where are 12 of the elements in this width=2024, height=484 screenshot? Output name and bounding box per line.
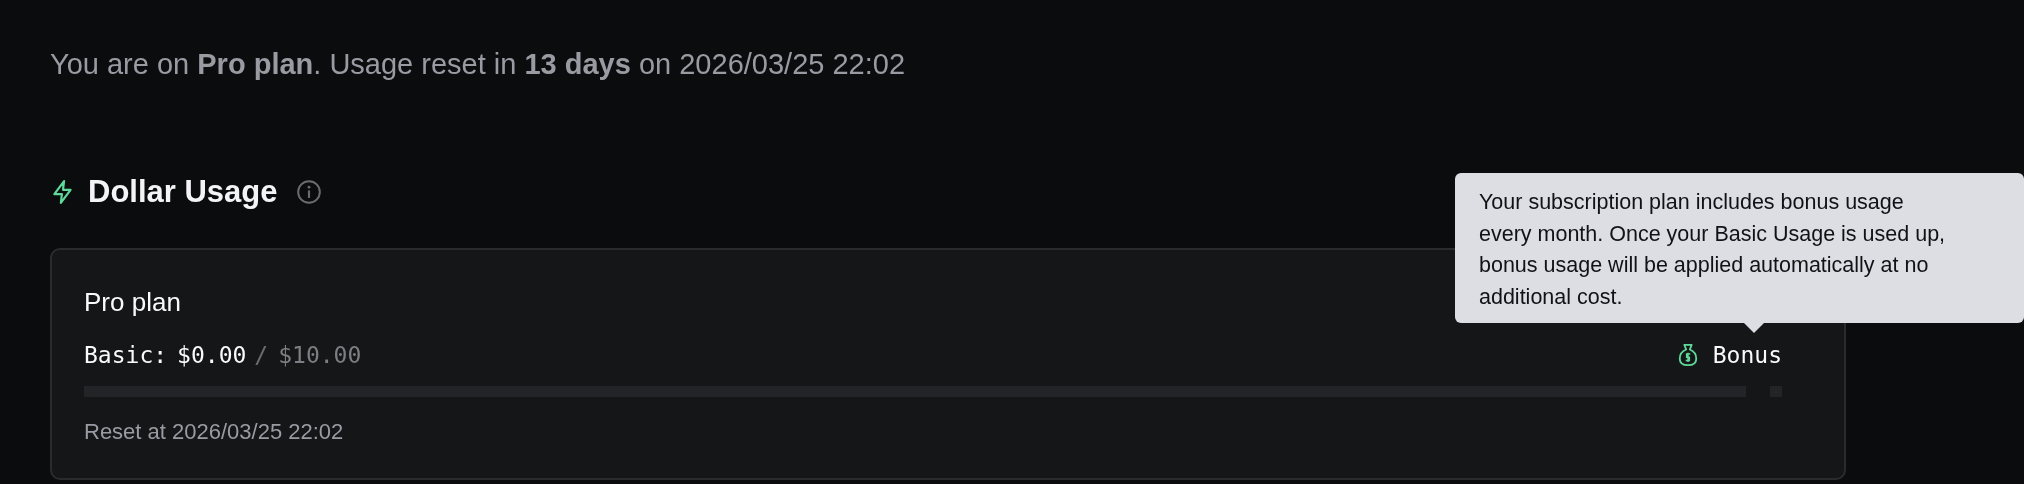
- reset-date: Reset at 2026/03/25 22:02: [84, 418, 345, 446]
- plan-summary-text: You are on Pro plan. Usage reset in 13 days on 2026/03/25 22:02: [50, 47, 906, 82]
- limit-amount: $10.00: [278, 342, 362, 368]
- money-bag-icon: [1676, 342, 1699, 368]
- info-icon[interactable]: [295, 179, 322, 205]
- bonus-label: Bonus: [1712, 342, 1782, 368]
- plan-name: Pro plan: [84, 286, 181, 318]
- used-amount: $0.00: [177, 342, 247, 368]
- section-title: Dollar Usage: [88, 174, 278, 210]
- basic-label: Basic:: [84, 342, 168, 368]
- tooltip-text: Your subscription plan includes bonus usage every month. Once your Basic Usage is used up, bonus usage will be applied automatically at no additional cost.: [1479, 189, 1947, 311]
- separator-text: /: [254, 342, 269, 368]
